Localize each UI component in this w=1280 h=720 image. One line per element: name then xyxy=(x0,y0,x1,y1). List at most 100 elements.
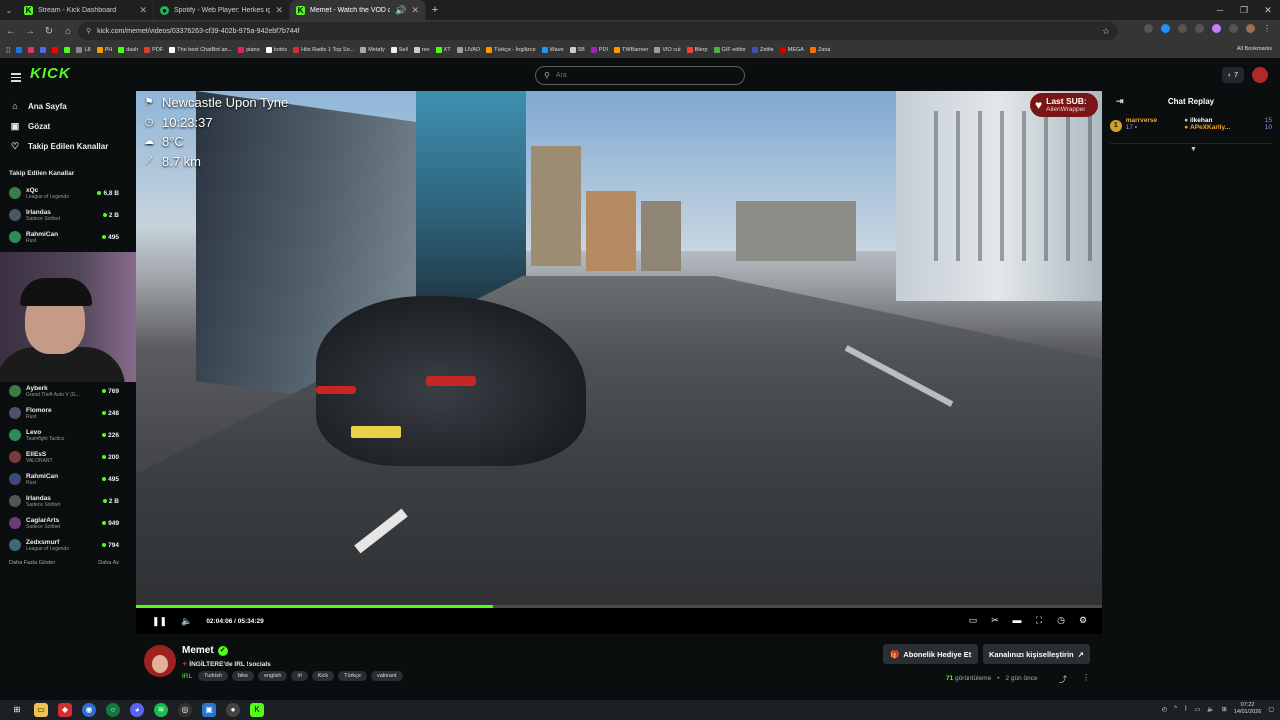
sidebar-channel[interactable]: xQc League of Legends 6,8 B xyxy=(0,182,128,204)
more-options-icon[interactable]: ⋮ xyxy=(1082,673,1090,682)
bookmark-item[interactable]: dash xyxy=(118,47,138,53)
bookmark-item[interactable]: piano xyxy=(238,47,260,53)
tag[interactable]: Kick xyxy=(311,671,335,681)
clock[interactable]: 07:22 14/01/2026 xyxy=(1234,702,1262,716)
forward-icon[interactable]: → xyxy=(25,26,35,37)
nav-browse[interactable]: ▣ Gözat xyxy=(0,116,128,136)
bookmark-item[interactable] xyxy=(28,47,35,53)
bluetooth-icon[interactable]: ᛒ xyxy=(1184,706,1188,712)
gifter-name[interactable]: ilkehan xyxy=(1190,117,1212,124)
windows-start-icon[interactable]: ⊞ xyxy=(10,703,24,717)
bookmark-item[interactable]: rev xyxy=(413,47,430,53)
menu-hamburger-icon[interactable] xyxy=(11,71,21,84)
speaker-icon[interactable]: 🔊 xyxy=(395,5,406,16)
nav-following[interactable]: ♡ Takip Edilen Kanallar xyxy=(0,136,128,156)
sidebar-channel[interactable]: Irlandas Sadece Sohbet 2 B xyxy=(0,204,128,226)
close-icon[interactable]: ✕ xyxy=(275,5,283,16)
category-link[interactable]: IRL xyxy=(182,673,192,680)
tag[interactable]: english xyxy=(258,671,288,681)
bookmark-item[interactable]: Türkçe - İngilizce xyxy=(486,47,536,53)
bookmark-item[interactable]: Zettle xyxy=(751,47,774,53)
miniplayer-icon[interactable]: ▭ xyxy=(968,615,978,626)
sidebar-channel[interactable]: Flomore Rust 248 xyxy=(0,402,128,424)
url-field[interactable]: ⚲ kick.com/memet/videos/03376263-cf39-40… xyxy=(78,22,1118,40)
bookmark-item[interactable]: L8 xyxy=(76,47,91,53)
bookmark-item[interactable]: Metafy xyxy=(360,47,385,53)
streamer-avatar[interactable] xyxy=(144,645,176,677)
bookmark-item[interactable] xyxy=(64,47,71,53)
maximize-icon[interactable]: ❐ xyxy=(1232,0,1256,20)
bookmark-item[interactable]: Zaria xyxy=(809,47,830,53)
notifications-icon[interactable]: ▢ xyxy=(1268,706,1274,713)
sidebar-channel[interactable]: Zedxsmurf League of Legends 794 xyxy=(0,534,128,556)
reload-icon[interactable]: ↻ xyxy=(44,26,54,37)
kick-logo[interactable]: KICK xyxy=(30,65,71,82)
volume-icon[interactable]: 🔈 xyxy=(1207,706,1214,713)
sidebar-channel[interactable]: RahmiCan Rust 495 xyxy=(0,226,128,248)
bookmark-item[interactable]: PDF xyxy=(144,47,163,53)
sidebar-channel[interactable]: Ayberk Grand Theft Auto V (G... 769 xyxy=(0,380,128,402)
bookmark-item[interactable]: Blerp xyxy=(686,47,708,53)
extension-icon[interactable] xyxy=(1144,24,1153,33)
show-more-button[interactable]: Daha Fazla Göster xyxy=(9,560,55,566)
speed-icon[interactable]: ◷ xyxy=(1056,615,1066,626)
nav-home[interactable]: ⌂ Ana Sayfa xyxy=(0,96,128,116)
user-avatar[interactable] xyxy=(1252,67,1268,83)
bookmark-item[interactable]: Hits Radio 1 Top So... xyxy=(293,47,354,53)
tag[interactable]: irl xyxy=(291,671,308,681)
bookmark-item[interactable]: botrix xyxy=(265,47,287,53)
bookmark-item[interactable]: GIF editor xyxy=(713,47,746,53)
obs-icon[interactable]: ◎ xyxy=(178,703,192,717)
fullscreen-icon[interactable]: ⛶ xyxy=(1034,615,1044,626)
bookmark-item[interactable] xyxy=(40,47,47,53)
minimize-icon[interactable]: ─ xyxy=(1208,0,1232,20)
search-bar[interactable]: ⚲ xyxy=(535,66,745,85)
bookmark-item[interactable]: Wave xyxy=(541,47,564,53)
bookmark-item[interactable] xyxy=(16,47,23,53)
pause-icon[interactable]: ❚❚ xyxy=(152,616,167,627)
video-frame[interactable]: ⚑ Newcastle Upon Tyne ◷ 10:23:37 ☁ 8°C ⟋ 8.7… xyxy=(136,91,1102,606)
bookmark-item[interactable]: MEGA xyxy=(779,47,804,53)
video-player[interactable]: ⚑ Newcastle Upon Tyne ◷ 10:23:37 ☁ 8°C ⟋ 8.7… xyxy=(136,91,1102,634)
gifter-name[interactable]: marrverse xyxy=(1126,117,1157,124)
tag[interactable]: valorant xyxy=(370,671,403,681)
tab-list-icon[interactable]: ⌄ xyxy=(0,6,18,15)
app-icon[interactable]: ○ xyxy=(106,703,120,717)
close-icon[interactable]: ✕ xyxy=(139,5,147,16)
expand-gifters-icon[interactable]: ▼ xyxy=(1190,146,1197,153)
theater-mode-icon[interactable]: ▬ xyxy=(1012,615,1022,626)
share-icon[interactable]: ⤴ xyxy=(1059,674,1067,685)
bookmark-item[interactable]: The best ChatBot an... xyxy=(169,47,232,53)
all-bookmarks-button[interactable]: All Bookmarks xyxy=(1237,46,1272,52)
discord-icon[interactable]: ◕ xyxy=(130,703,144,717)
bookmark-star-icon[interactable]: ☆ xyxy=(1102,26,1110,37)
tab-spotify[interactable]: ● Spotify - Web Player: Herkes için ✕ xyxy=(154,0,290,20)
gifter-name[interactable]: APeXKarliy... xyxy=(1190,124,1230,131)
file-explorer-icon[interactable]: ▭ xyxy=(34,703,48,717)
new-tab-button[interactable]: + xyxy=(426,4,444,16)
settings-gear-icon[interactable]: ⚙ xyxy=(1078,615,1088,626)
spotify-icon[interactable]: ≋ xyxy=(154,703,168,717)
profile-avatar[interactable] xyxy=(1246,24,1255,33)
extension-icon[interactable] xyxy=(1195,24,1204,33)
tab-memet-vod[interactable]: K Memet - Watch the VOD on 🔊 ✕ xyxy=(290,0,426,20)
collapse-chat-icon[interactable]: ⇥ xyxy=(1116,96,1124,107)
notifications-pill[interactable]: ◐ 7 xyxy=(1222,67,1244,83)
kick-icon[interactable]: K xyxy=(250,703,264,717)
extension-icon[interactable] xyxy=(1229,24,1238,33)
app-icon[interactable]: ● xyxy=(226,703,240,717)
streamer-name[interactable]: Memet xyxy=(182,645,214,656)
customize-channel-button[interactable]: Kanalınızı kişiselleştirin ↗ xyxy=(983,644,1090,664)
bookmark-item[interactable]: PH xyxy=(96,47,112,53)
sidebar-channel[interactable]: EllEsS VALORANT 200 xyxy=(0,446,128,468)
home-icon[interactable]: ⌂ xyxy=(63,26,73,37)
extension-icon[interactable] xyxy=(1178,24,1187,33)
app-icon[interactable]: ▣ xyxy=(202,703,216,717)
tag[interactable]: Turkish xyxy=(198,671,228,681)
clip-icon[interactable]: ✂ xyxy=(990,615,1000,626)
volume-icon[interactable]: 🔈 xyxy=(181,616,192,627)
search-input[interactable] xyxy=(555,72,726,79)
bookmark-item[interactable]: VIO cut xyxy=(654,47,681,53)
app-icon[interactable]: ◆ xyxy=(58,703,72,717)
back-icon[interactable]: ← xyxy=(6,26,16,37)
